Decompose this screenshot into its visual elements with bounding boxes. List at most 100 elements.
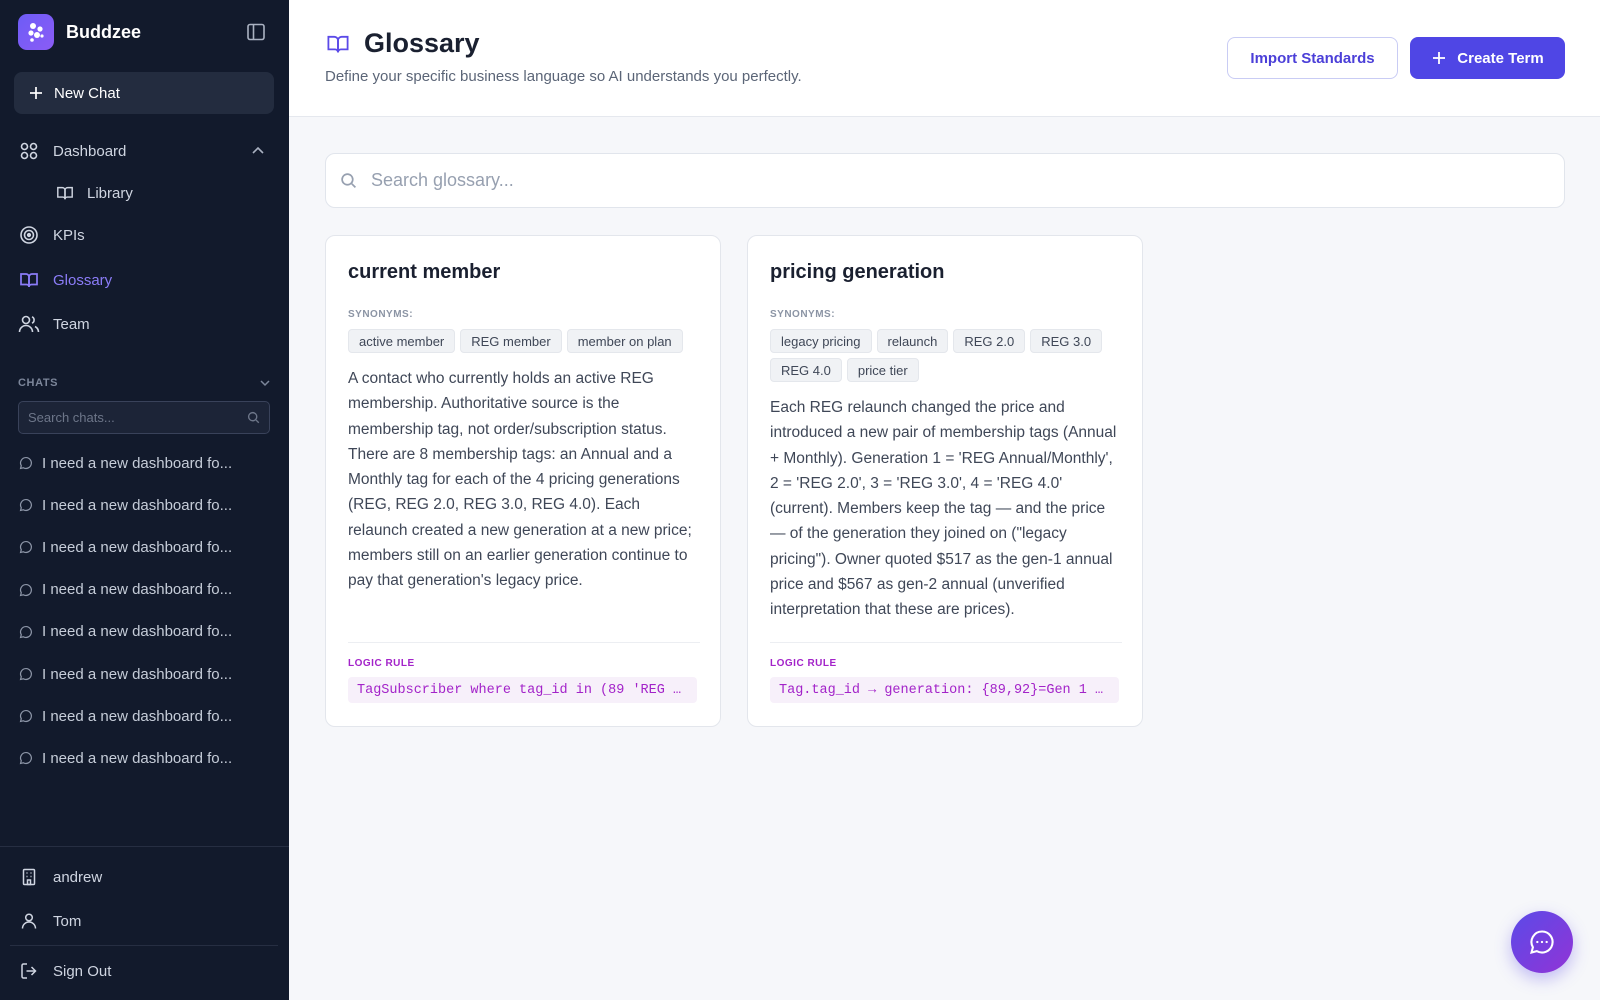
chat-item[interactable]: I need a new dashboard fo... (18, 611, 272, 653)
sidebar-item-label: Library (87, 184, 133, 202)
synonym-tags: active member REG member member on plan (348, 329, 700, 353)
chat-item[interactable]: I need a new dashboard fo... (18, 442, 272, 484)
chat-item[interactable]: I need a new dashboard fo... (18, 569, 272, 611)
message-icon (19, 457, 32, 470)
term-card-pricing-generation[interactable]: pricing generation SYNONYMS: legacy pric… (747, 235, 1143, 727)
main-content: Glossary Define your specific business l… (289, 0, 1600, 1000)
search-icon (341, 173, 357, 189)
chat-item-label: I need a new dashboard fo... (42, 749, 233, 767)
sidebar-item-user[interactable]: Tom (18, 905, 272, 937)
synonyms-label: SYNONYMS: (348, 309, 414, 320)
chat-list: I need a new dashboard fo... I need a ne… (18, 442, 272, 780)
building-icon (18, 868, 40, 886)
chevron-up-icon[interactable] (250, 143, 266, 159)
plus-icon (1433, 52, 1446, 64)
logic-rule-text: Tag.tag_id → generation: {89,92}=Gen 1 (… (779, 682, 1110, 698)
chat-item-label: I need a new dashboard fo... (42, 496, 233, 514)
user-icon (18, 912, 40, 930)
card-divider (770, 642, 1122, 643)
synonym-tag: member on plan (566, 329, 683, 353)
sidebar-item-label: KPIs (53, 226, 85, 244)
page-subtitle: Define your specific business language s… (325, 68, 802, 85)
term-description: A contact who currently holds an active … (348, 370, 692, 590)
message-icon (19, 541, 32, 554)
sign-out-button[interactable]: Sign Out (18, 955, 272, 987)
target-icon (18, 224, 40, 246)
synonym-tag: REG 2.0 (953, 329, 1026, 353)
synonym-tag: REG 4.0 (770, 358, 842, 382)
chat-item[interactable]: I need a new dashboard fo... (18, 484, 272, 526)
chat-item-label: I need a new dashboard fo... (42, 707, 233, 725)
chat-assistant-button[interactable] (1511, 911, 1573, 973)
synonym-tags: legacy pricing relaunch REG 2.0 REG 3.0 … (770, 329, 1122, 382)
chat-search-input[interactable] (28, 410, 247, 425)
chats-section-header[interactable]: CHATS (18, 376, 272, 390)
sidebar-item-team[interactable]: Team (18, 308, 272, 340)
new-chat-label: New Chat (54, 84, 120, 102)
sidebar-toggle-icon (247, 23, 265, 41)
buddzee-logo-icon (18, 14, 54, 50)
message-icon (19, 499, 32, 512)
users-icon (18, 313, 40, 335)
grid-icon (18, 140, 40, 162)
glossary-search-input[interactable] (371, 170, 1564, 191)
log-out-icon (18, 962, 40, 980)
chevron-down-icon (260, 380, 270, 387)
sign-out-label: Sign Out (53, 962, 112, 980)
chat-item[interactable]: I need a new dashboard fo... (18, 526, 272, 568)
new-chat-button[interactable]: New Chat (14, 72, 274, 114)
org-name: andrew (53, 868, 103, 886)
sidebar-item-dashboard[interactable]: Dashboard (18, 135, 272, 167)
sidebar-item-kpis[interactable]: KPIs (18, 219, 272, 251)
chat-item-label: I need a new dashboard fo... (42, 623, 233, 641)
logic-rule-text: TagSubscriber where tag_id in (89 'REG A… (357, 682, 688, 698)
logic-rule-code: Tag.tag_id → generation: {89,92}=Gen 1 (… (770, 677, 1119, 703)
page-header: Glossary Define your specific business l… (289, 0, 1600, 117)
card-divider (348, 642, 700, 643)
sidebar-item-glossary[interactable]: Glossary (18, 264, 272, 296)
message-icon (19, 752, 32, 765)
chat-search-field[interactable] (18, 401, 270, 434)
book-open-icon (18, 269, 40, 291)
logic-rule-label: LOGIC RULE (770, 658, 837, 669)
brand[interactable]: Buddzee (18, 14, 141, 50)
glossary-search-field[interactable] (325, 153, 1565, 208)
user-name: Tom (53, 912, 82, 930)
message-icon (19, 583, 32, 596)
synonyms-label: SYNONYMS: (770, 309, 836, 320)
message-icon (19, 625, 32, 639)
logic-rule-code: TagSubscriber where tag_id in (89 'REG A… (348, 677, 697, 703)
footer-divider (10, 945, 278, 946)
term-title: current member (348, 261, 501, 283)
chats-heading: CHATS (18, 377, 59, 389)
chat-bubble-icon (1530, 930, 1554, 954)
sidebar-item-library[interactable]: Library (56, 177, 272, 209)
plus-icon (30, 87, 42, 99)
sidebar: Buddzee New Chat Dashboard Library KPIs … (0, 0, 289, 1000)
message-icon (19, 667, 32, 681)
page-title: Glossary (364, 28, 480, 58)
term-card-current-member[interactable]: current member SYNONYMS: active member R… (325, 235, 721, 727)
chat-item[interactable]: I need a new dashboard fo... (18, 653, 272, 695)
chat-item-label: I need a new dashboard fo... (42, 665, 233, 683)
chat-item[interactable]: I need a new dashboard fo... (18, 695, 272, 737)
create-term-label: Create Term (1457, 49, 1544, 67)
sidebar-item-label: Dashboard (53, 142, 127, 160)
synonym-tag: legacy pricing (770, 329, 872, 353)
brand-name: Buddzee (66, 21, 142, 42)
book-open-icon (56, 182, 74, 204)
sidebar-toggle-button[interactable] (244, 20, 268, 44)
sidebar-footer (0, 846, 289, 847)
synonym-tag: price tier (846, 358, 919, 382)
create-term-button[interactable]: Create Term (1410, 37, 1565, 79)
term-title: pricing generation (770, 261, 945, 283)
chat-item-label: I need a new dashboard fo... (42, 454, 233, 472)
synonym-tag: REG 3.0 (1030, 329, 1103, 353)
sidebar-item-org[interactable]: andrew (18, 861, 272, 893)
search-icon (247, 411, 260, 424)
chat-item[interactable]: I need a new dashboard fo... (18, 737, 272, 779)
logic-rule-label: LOGIC RULE (348, 658, 415, 669)
import-standards-button[interactable]: Import Standards (1227, 37, 1398, 79)
synonym-tag: active member (348, 329, 456, 353)
book-open-icon (327, 35, 349, 53)
